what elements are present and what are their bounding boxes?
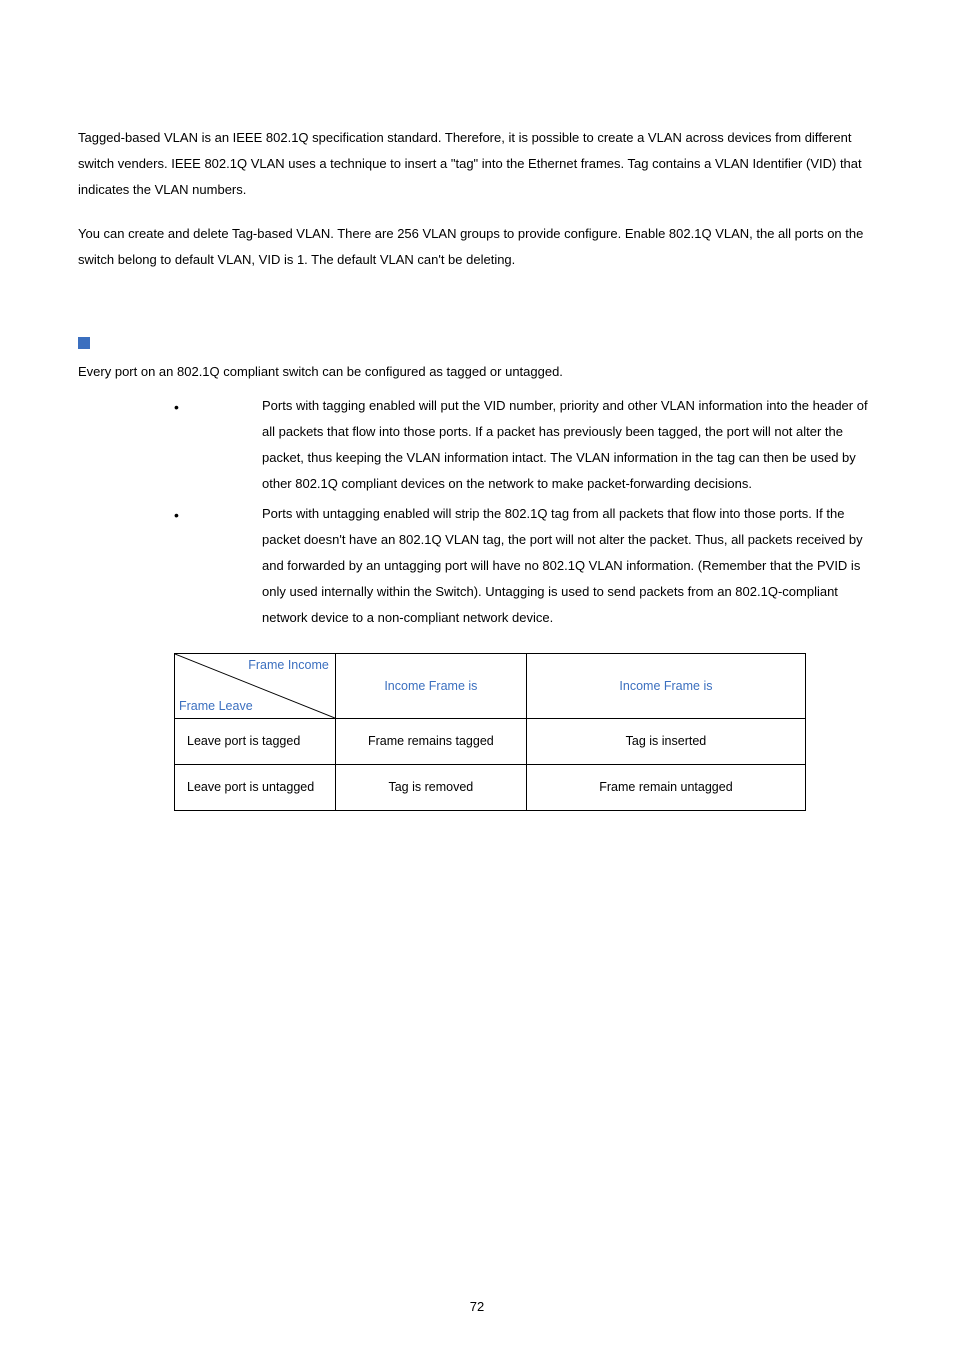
tag-behavior-table: Frame Income Frame Leave Income Frame is…: [174, 653, 806, 811]
page-number: 72: [0, 1299, 954, 1314]
cell-tag-inserted: Tag is inserted: [526, 719, 805, 765]
paragraph-intro: Every port on an 802.1Q compliant switch…: [78, 360, 876, 383]
header-frame-leave: Frame Leave: [179, 699, 253, 714]
diagonal-header-cell: Frame Income Frame Leave: [175, 654, 336, 719]
cell-leave-tagged: Leave port is tagged: [175, 719, 336, 765]
cell-tag-removed: Tag is removed: [335, 765, 526, 811]
bullet-list: Ports with tagging enabled will put the …: [78, 393, 876, 631]
header-income-1: Income Frame is: [335, 654, 526, 719]
page-content: Tagged-based VLAN is an IEEE 802.1Q spec…: [0, 0, 954, 811]
cell-remains-tagged: Frame remains tagged: [335, 719, 526, 765]
header-income-2: Income Frame is: [526, 654, 805, 719]
paragraph-tagged-vlan: Tagged-based VLAN is an IEEE 802.1Q spec…: [78, 125, 876, 203]
table-row: Leave port is tagged Frame remains tagge…: [175, 719, 806, 765]
bullet-untagging: Ports with untagging enabled will strip …: [174, 501, 876, 631]
bullet-tagging: Ports with tagging enabled will put the …: [174, 393, 876, 497]
table-header-row: Frame Income Frame Leave Income Frame is…: [175, 654, 806, 719]
header-frame-income: Frame Income: [248, 658, 329, 673]
cell-remain-untagged: Frame remain untagged: [526, 765, 805, 811]
paragraph-create-delete: You can create and delete Tag-based VLAN…: [78, 221, 876, 273]
cell-leave-untagged: Leave port is untagged: [175, 765, 336, 811]
section-square-icon: [78, 337, 90, 349]
table-row: Leave port is untagged Tag is removed Fr…: [175, 765, 806, 811]
